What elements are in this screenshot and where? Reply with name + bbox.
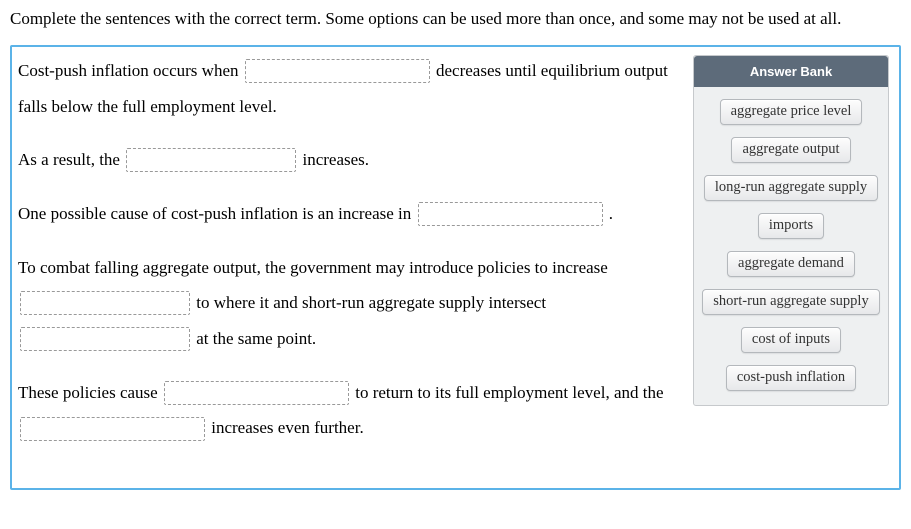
sentence-2: As a result, the increases. xyxy=(18,142,679,178)
question-area: Cost-push inflation occurs when decrease… xyxy=(18,53,679,464)
answer-option[interactable]: cost-push inflation xyxy=(726,365,856,391)
drop-blank-7[interactable] xyxy=(20,417,205,441)
sentence-4: To combat falling aggregate output, the … xyxy=(18,250,679,357)
instructions-text: Complete the sentences with the correct … xyxy=(10,8,901,31)
text-fragment: at the same point. xyxy=(196,329,316,348)
sentence-1: Cost-push inflation occurs when decrease… xyxy=(18,53,679,124)
text-fragment: increases even further. xyxy=(211,418,363,437)
drop-blank-3[interactable] xyxy=(418,202,603,226)
answer-option[interactable]: aggregate price level xyxy=(720,99,863,125)
text-fragment: to where it and short-run aggregate supp… xyxy=(196,293,546,312)
text-fragment: increases. xyxy=(302,150,369,169)
answer-option[interactable]: long-run aggregate supply xyxy=(704,175,878,201)
answer-option[interactable]: cost of inputs xyxy=(741,327,841,353)
answer-bank-title: Answer Bank xyxy=(694,56,888,87)
drop-blank-4[interactable] xyxy=(20,291,190,315)
text-fragment: Cost-push inflation occurs when xyxy=(18,61,243,80)
answer-option[interactable]: aggregate output xyxy=(731,137,850,163)
text-fragment: to return to its full employment level, … xyxy=(355,383,663,402)
answer-option[interactable]: short-run aggregate supply xyxy=(702,289,879,315)
text-fragment: To combat falling aggregate output, the … xyxy=(18,258,608,277)
drop-blank-6[interactable] xyxy=(164,381,349,405)
drop-blank-1[interactable] xyxy=(245,59,430,83)
sentence-5: These policies cause to return to its fu… xyxy=(18,375,679,446)
text-fragment: . xyxy=(609,204,613,223)
text-fragment: As a result, the xyxy=(18,150,124,169)
sentence-3: One possible cause of cost-push inflatio… xyxy=(18,196,679,232)
drop-blank-2[interactable] xyxy=(126,148,296,172)
answer-option[interactable]: imports xyxy=(758,213,824,239)
exercise-panel: Cost-push inflation occurs when decrease… xyxy=(10,45,901,490)
drop-blank-5[interactable] xyxy=(20,327,190,351)
answer-bank: Answer Bank aggregate price level aggreg… xyxy=(693,55,889,406)
text-fragment: These policies cause xyxy=(18,383,162,402)
text-fragment: One possible cause of cost-push inflatio… xyxy=(18,204,416,223)
answer-option[interactable]: aggregate demand xyxy=(727,251,855,277)
